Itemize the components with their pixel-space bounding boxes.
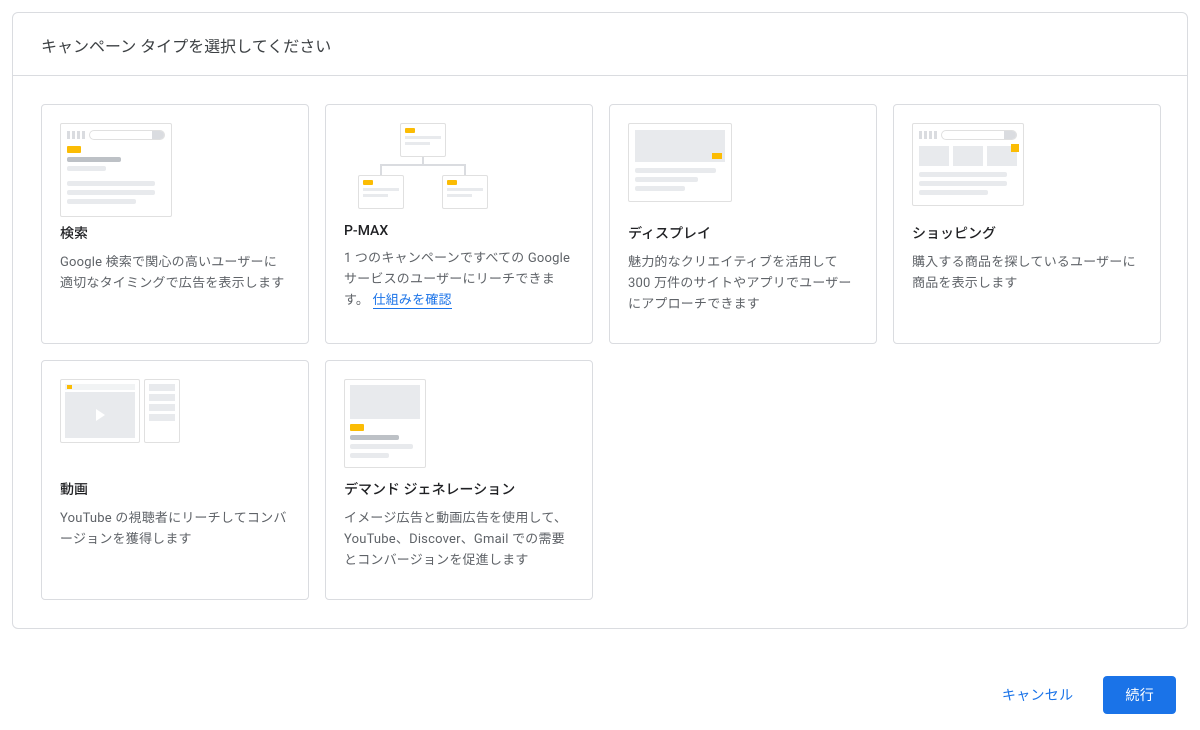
search-icon [941, 130, 1017, 140]
pmax-illustration [344, 123, 574, 211]
card-title: P-MAX [344, 223, 574, 239]
card-desc: 購入する商品を探しているユーザーに商品を表示します [912, 253, 1142, 295]
video-illustration [60, 379, 290, 467]
campaign-card-display[interactable]: ディスプレイ 魅力的なクリエイティブを活用して 300 万件のサイトやアプリでユ… [609, 104, 877, 344]
card-desc: Google 検索で関心の高いユーザーに適切なタイミングで広告を表示します [60, 253, 290, 295]
footer-actions: キャンセル 続行 [980, 676, 1176, 714]
continue-button[interactable]: 続行 [1103, 676, 1176, 714]
card-title: デマンド ジェネレーション [344, 479, 574, 499]
card-title: ディスプレイ [628, 223, 858, 243]
panel-title: キャンペーン タイプを選択してください [13, 13, 1187, 76]
panel-body: 検索 Google 検索で関心の高いユーザーに適切なタイミングで広告を表示します [13, 76, 1187, 628]
card-desc: 魅力的なクリエイティブを活用して 300 万件のサイトやアプリでユーザーにアプロ… [628, 253, 858, 315]
search-illustration [60, 123, 290, 211]
campaign-card-demand-gen[interactable]: デマンド ジェネレーション イメージ広告と動画広告を使用して、YouTube、D… [325, 360, 593, 600]
cancel-button[interactable]: キャンセル [980, 676, 1096, 714]
card-desc: 1 つのキャンペーンですべての Google サービスのユーザーにリーチできます… [344, 249, 574, 311]
campaign-card-video[interactable]: 動画 YouTube の視聴者にリーチしてコンバージョンを獲得します [41, 360, 309, 600]
ad-badge-icon [67, 146, 81, 153]
ad-badge-icon [987, 146, 1017, 166]
pmax-learn-more-link[interactable]: 仕組みを確認 [373, 293, 452, 309]
campaign-type-cards: 検索 Google 検索で関心の高いユーザーに適切なタイミングで広告を表示します [41, 104, 1159, 600]
media-placeholder-icon [350, 385, 420, 419]
card-desc: YouTube の視聴者にリーチしてコンバージョンを獲得します [60, 509, 290, 551]
card-desc: イメージ広告と動画広告を使用して、YouTube、Discover、Gmail … [344, 509, 574, 571]
shopping-illustration [912, 123, 1142, 211]
campaign-card-pmax[interactable]: P-MAX 1 つのキャンペーンですべての Google サービスのユーザーにリ… [325, 104, 593, 344]
banner-ad-icon [635, 130, 725, 162]
campaign-card-search[interactable]: 検索 Google 検索で関心の高いユーザーに適切なタイミングで広告を表示します [41, 104, 309, 344]
play-icon [65, 392, 135, 438]
campaign-card-shopping[interactable]: ショッピング 購入する商品を探しているユーザーに商品を表示します [893, 104, 1161, 344]
display-illustration [628, 123, 858, 211]
search-icon [89, 130, 165, 140]
card-title: 検索 [60, 223, 290, 243]
card-title: ショッピング [912, 223, 1142, 243]
demand-gen-illustration [344, 379, 574, 467]
ad-badge-icon [350, 424, 364, 431]
campaign-type-panel: キャンペーン タイプを選択してください [12, 12, 1188, 629]
card-title: 動画 [60, 479, 290, 499]
